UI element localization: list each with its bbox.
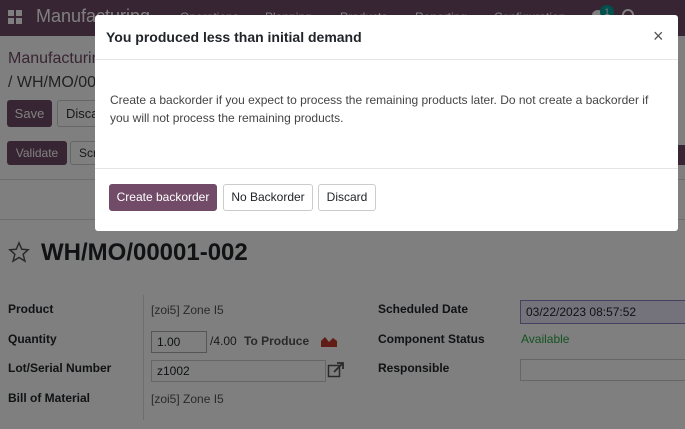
modal-footer: Create backorder No Backorder Discard	[95, 168, 678, 231]
backorder-dialog: You produced less than initial demand × …	[95, 15, 678, 231]
close-icon[interactable]: ×	[653, 26, 664, 47]
modal-title: You produced less than initial demand	[106, 29, 362, 45]
discard-dialog-button[interactable]: Discard	[318, 184, 376, 211]
modal-body-text: Create a backorder if you expect to proc…	[110, 93, 649, 125]
modal-header: You produced less than initial demand ×	[95, 15, 678, 60]
create-backorder-button[interactable]: Create backorder	[109, 184, 217, 211]
no-backorder-button[interactable]: No Backorder	[223, 184, 313, 211]
